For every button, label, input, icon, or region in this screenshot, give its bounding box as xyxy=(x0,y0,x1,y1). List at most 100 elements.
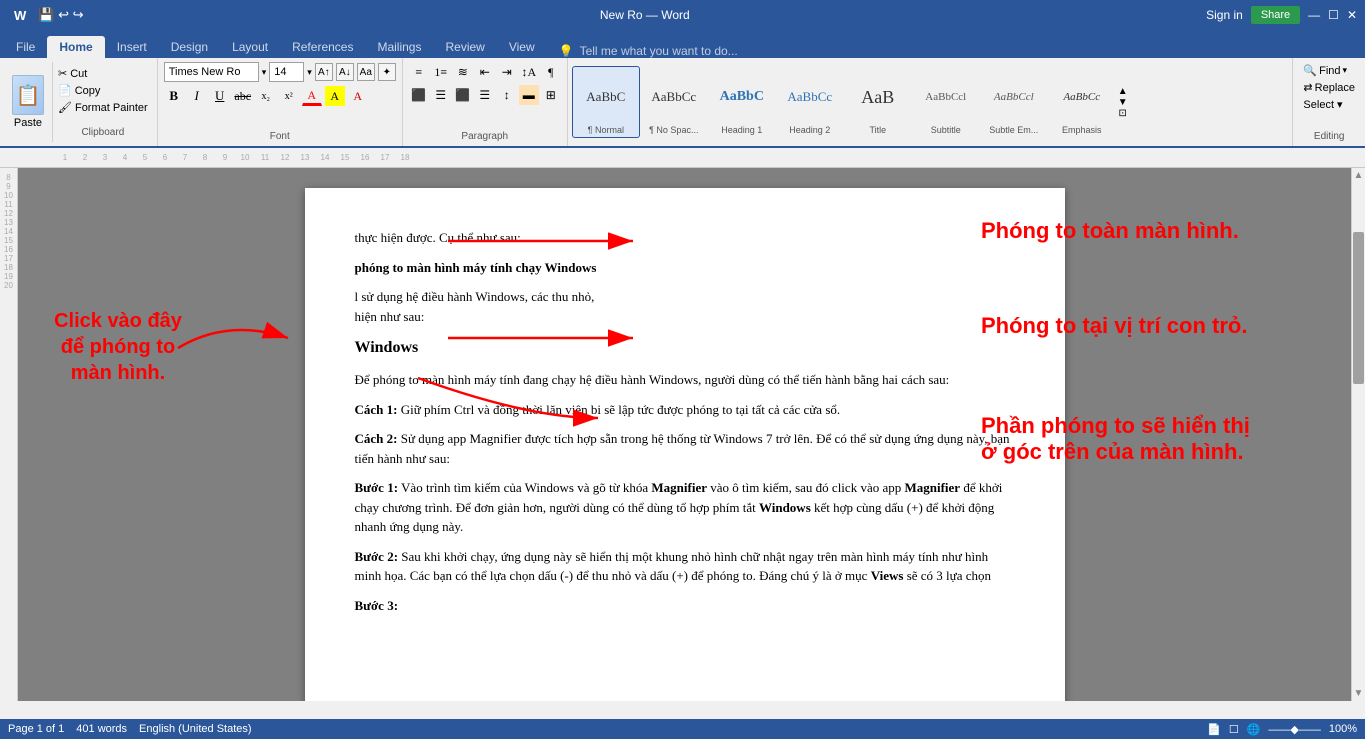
paragraph-row1: ≡ 1≡ ≋ ⇤ ⇥ ↕A ¶ xyxy=(409,62,561,82)
fill-color-button[interactable]: ▬ xyxy=(519,85,539,105)
highlight-color-button[interactable]: A xyxy=(325,86,345,106)
ruler-marks: 1 2 3 4 5 6 7 8 9 10 11 12 13 14 15 16 1… xyxy=(55,153,415,162)
underline-button[interactable]: U xyxy=(210,86,230,106)
clipboard-label: Clipboard xyxy=(55,125,151,138)
align-center-button[interactable]: ☰ xyxy=(431,85,451,105)
ribbon: 📋 Paste ✂ Cut 📄 Copy 🖌 Format Painter Cl… xyxy=(0,58,1365,148)
styles-more[interactable]: ⊡ xyxy=(1118,108,1128,119)
bold-button[interactable]: B xyxy=(164,86,184,106)
style-heading1[interactable]: AaBbC Heading 1 xyxy=(708,66,776,138)
style-subtle-em[interactable]: AaBbCcl Subtle Em... xyxy=(980,66,1048,138)
format-painter-icon: 🖌 xyxy=(58,101,72,114)
tab-layout[interactable]: Layout xyxy=(220,36,280,58)
font-shrink-button[interactable]: A↓ xyxy=(336,63,354,81)
align-right-button[interactable]: ⬛ xyxy=(453,85,473,105)
strikethrough-button[interactable]: abc xyxy=(233,86,253,106)
language: English (United States) xyxy=(139,723,252,735)
style-subtitle[interactable]: AaBbCcl Subtitle xyxy=(912,66,980,138)
replace-icon: ⇄ xyxy=(1303,81,1312,94)
font-grow-button[interactable]: A↑ xyxy=(315,63,333,81)
status-bar: Page 1 of 1 401 words English (United St… xyxy=(0,719,1365,739)
scrollbar-track[interactable] xyxy=(1352,181,1365,688)
font-color-button[interactable]: A xyxy=(348,86,368,106)
scrollbar-up-btn[interactable]: ▲ xyxy=(1354,170,1364,181)
style-title[interactable]: AaB Title xyxy=(844,66,912,138)
copy-button[interactable]: 📄 Copy xyxy=(55,83,151,98)
font-size-input[interactable] xyxy=(269,62,304,82)
bullets-button[interactable]: ≡ xyxy=(409,62,429,82)
tab-review[interactable]: Review xyxy=(433,36,496,58)
find-dropdown-icon[interactable]: ▾ xyxy=(1343,65,1348,76)
find-button[interactable]: 🔍 Find ▾ xyxy=(1299,62,1359,79)
zoom-slider[interactable]: ——◆—— xyxy=(1268,723,1320,736)
tab-references[interactable]: References xyxy=(280,36,365,58)
borders-button[interactable]: ⊞ xyxy=(541,85,561,105)
style-heading2-preview: AaBbCc xyxy=(787,69,832,125)
tab-file[interactable]: File xyxy=(4,36,47,58)
styles-group: AaBbC ¶ Normal AaBbCc ¶ No Spac... AaBbC… xyxy=(568,58,1294,146)
style-no-spacing[interactable]: AaBbCc ¶ No Spac... xyxy=(640,66,708,138)
doc-para-2: phóng to màn hình máy tính chạy Windows xyxy=(355,258,1015,278)
text-color-button[interactable]: A xyxy=(302,86,322,106)
increase-indent-button[interactable]: ⇥ xyxy=(497,62,517,82)
style-heading2[interactable]: AaBbCc Heading 2 xyxy=(776,66,844,138)
page-info: Page 1 of 1 xyxy=(8,723,64,735)
font-case-button[interactable]: Aa xyxy=(357,63,375,81)
close-btn[interactable]: ✕ xyxy=(1347,8,1357,22)
decrease-indent-button[interactable]: ⇤ xyxy=(475,62,495,82)
tab-home[interactable]: Home xyxy=(47,36,104,58)
multilevel-list-button[interactable]: ≋ xyxy=(453,62,473,82)
replace-button[interactable]: ⇄ Replace xyxy=(1299,79,1359,96)
doc-para-8: Bước 1: Vào trình tìm kiếm của Windows v… xyxy=(355,478,1015,537)
view-mode-web[interactable]: 🌐 xyxy=(1247,723,1261,736)
paste-button[interactable]: 📋 Paste xyxy=(4,62,53,142)
justify-button[interactable]: ☰ xyxy=(475,85,495,105)
tell-me-text[interactable]: Tell me what you want to do... xyxy=(580,44,738,58)
style-subtle-em-label: Subtle Em... xyxy=(989,125,1038,135)
cut-button[interactable]: ✂ Cut xyxy=(55,66,151,81)
document-area[interactable]: thực hiện được. Cụ thể như sau: phóng to… xyxy=(18,168,1351,701)
scrollbar-down-btn[interactable]: ▼ xyxy=(1354,688,1364,699)
line-spacing-button[interactable]: ↕ xyxy=(497,85,517,105)
styles-scroll-up[interactable]: ▲ xyxy=(1118,86,1128,97)
minimize-btn[interactable]: — xyxy=(1308,8,1320,22)
subscript-button[interactable]: x₂ xyxy=(256,86,276,106)
restore-btn[interactable]: ☐ xyxy=(1328,8,1339,22)
copy-icon: 📄 xyxy=(58,84,72,97)
tab-design[interactable]: Design xyxy=(159,36,220,58)
style-normal[interactable]: AaBbC ¶ Normal xyxy=(572,66,640,138)
superscript-button[interactable]: x² xyxy=(279,86,299,106)
doc-title: New Ro xyxy=(600,8,643,22)
style-heading2-label: Heading 2 xyxy=(789,125,830,135)
scrollbar-thumb[interactable] xyxy=(1353,232,1364,384)
font-name-dropdown-icon[interactable]: ▾ xyxy=(262,67,267,78)
find-label: Find xyxy=(1319,65,1340,77)
clear-format-button[interactable]: ✦ xyxy=(378,63,396,81)
doc-para-1: thực hiện được. Cụ thể như sau: xyxy=(355,228,1015,248)
format-painter-button[interactable]: 🖌 Format Painter xyxy=(55,100,151,115)
view-mode-print[interactable]: ☐ xyxy=(1229,723,1239,736)
font-size-dropdown-icon[interactable]: ▾ xyxy=(307,67,312,78)
style-subtitle-label: Subtitle xyxy=(931,125,961,135)
tab-view[interactable]: View xyxy=(497,36,547,58)
select-button[interactable]: Select ▾ xyxy=(1299,96,1359,113)
italic-button[interactable]: I xyxy=(187,86,207,106)
lightbulb-icon: 💡 xyxy=(559,44,574,58)
word-logo: W xyxy=(8,6,32,25)
doc-para-9: Bước 2: Sau khi khởi chạy, ứng dụng này … xyxy=(355,547,1015,586)
arrow-left-to-magnifier xyxy=(148,288,308,368)
vertical-scrollbar[interactable]: ▲ ▼ xyxy=(1351,168,1365,701)
view-mode-read[interactable]: 📄 xyxy=(1207,723,1221,736)
font-name-input[interactable] xyxy=(164,62,259,82)
tab-insert[interactable]: Insert xyxy=(105,36,159,58)
sign-in-btn[interactable]: Sign in xyxy=(1206,8,1243,22)
align-left-button[interactable]: ⬛ xyxy=(409,85,429,105)
styles-scroll-down[interactable]: ▼ xyxy=(1118,97,1128,108)
share-btn[interactable]: Share xyxy=(1251,6,1300,24)
numbering-button[interactable]: 1≡ xyxy=(431,62,451,82)
tab-mailings[interactable]: Mailings xyxy=(365,36,433,58)
style-emphasis[interactable]: AaBbCc Emphasis xyxy=(1048,66,1116,138)
sort-button[interactable]: ↕A xyxy=(519,62,539,82)
show-hide-button[interactable]: ¶ xyxy=(541,62,561,82)
title-bar-center: New Ro — Word xyxy=(600,8,690,22)
